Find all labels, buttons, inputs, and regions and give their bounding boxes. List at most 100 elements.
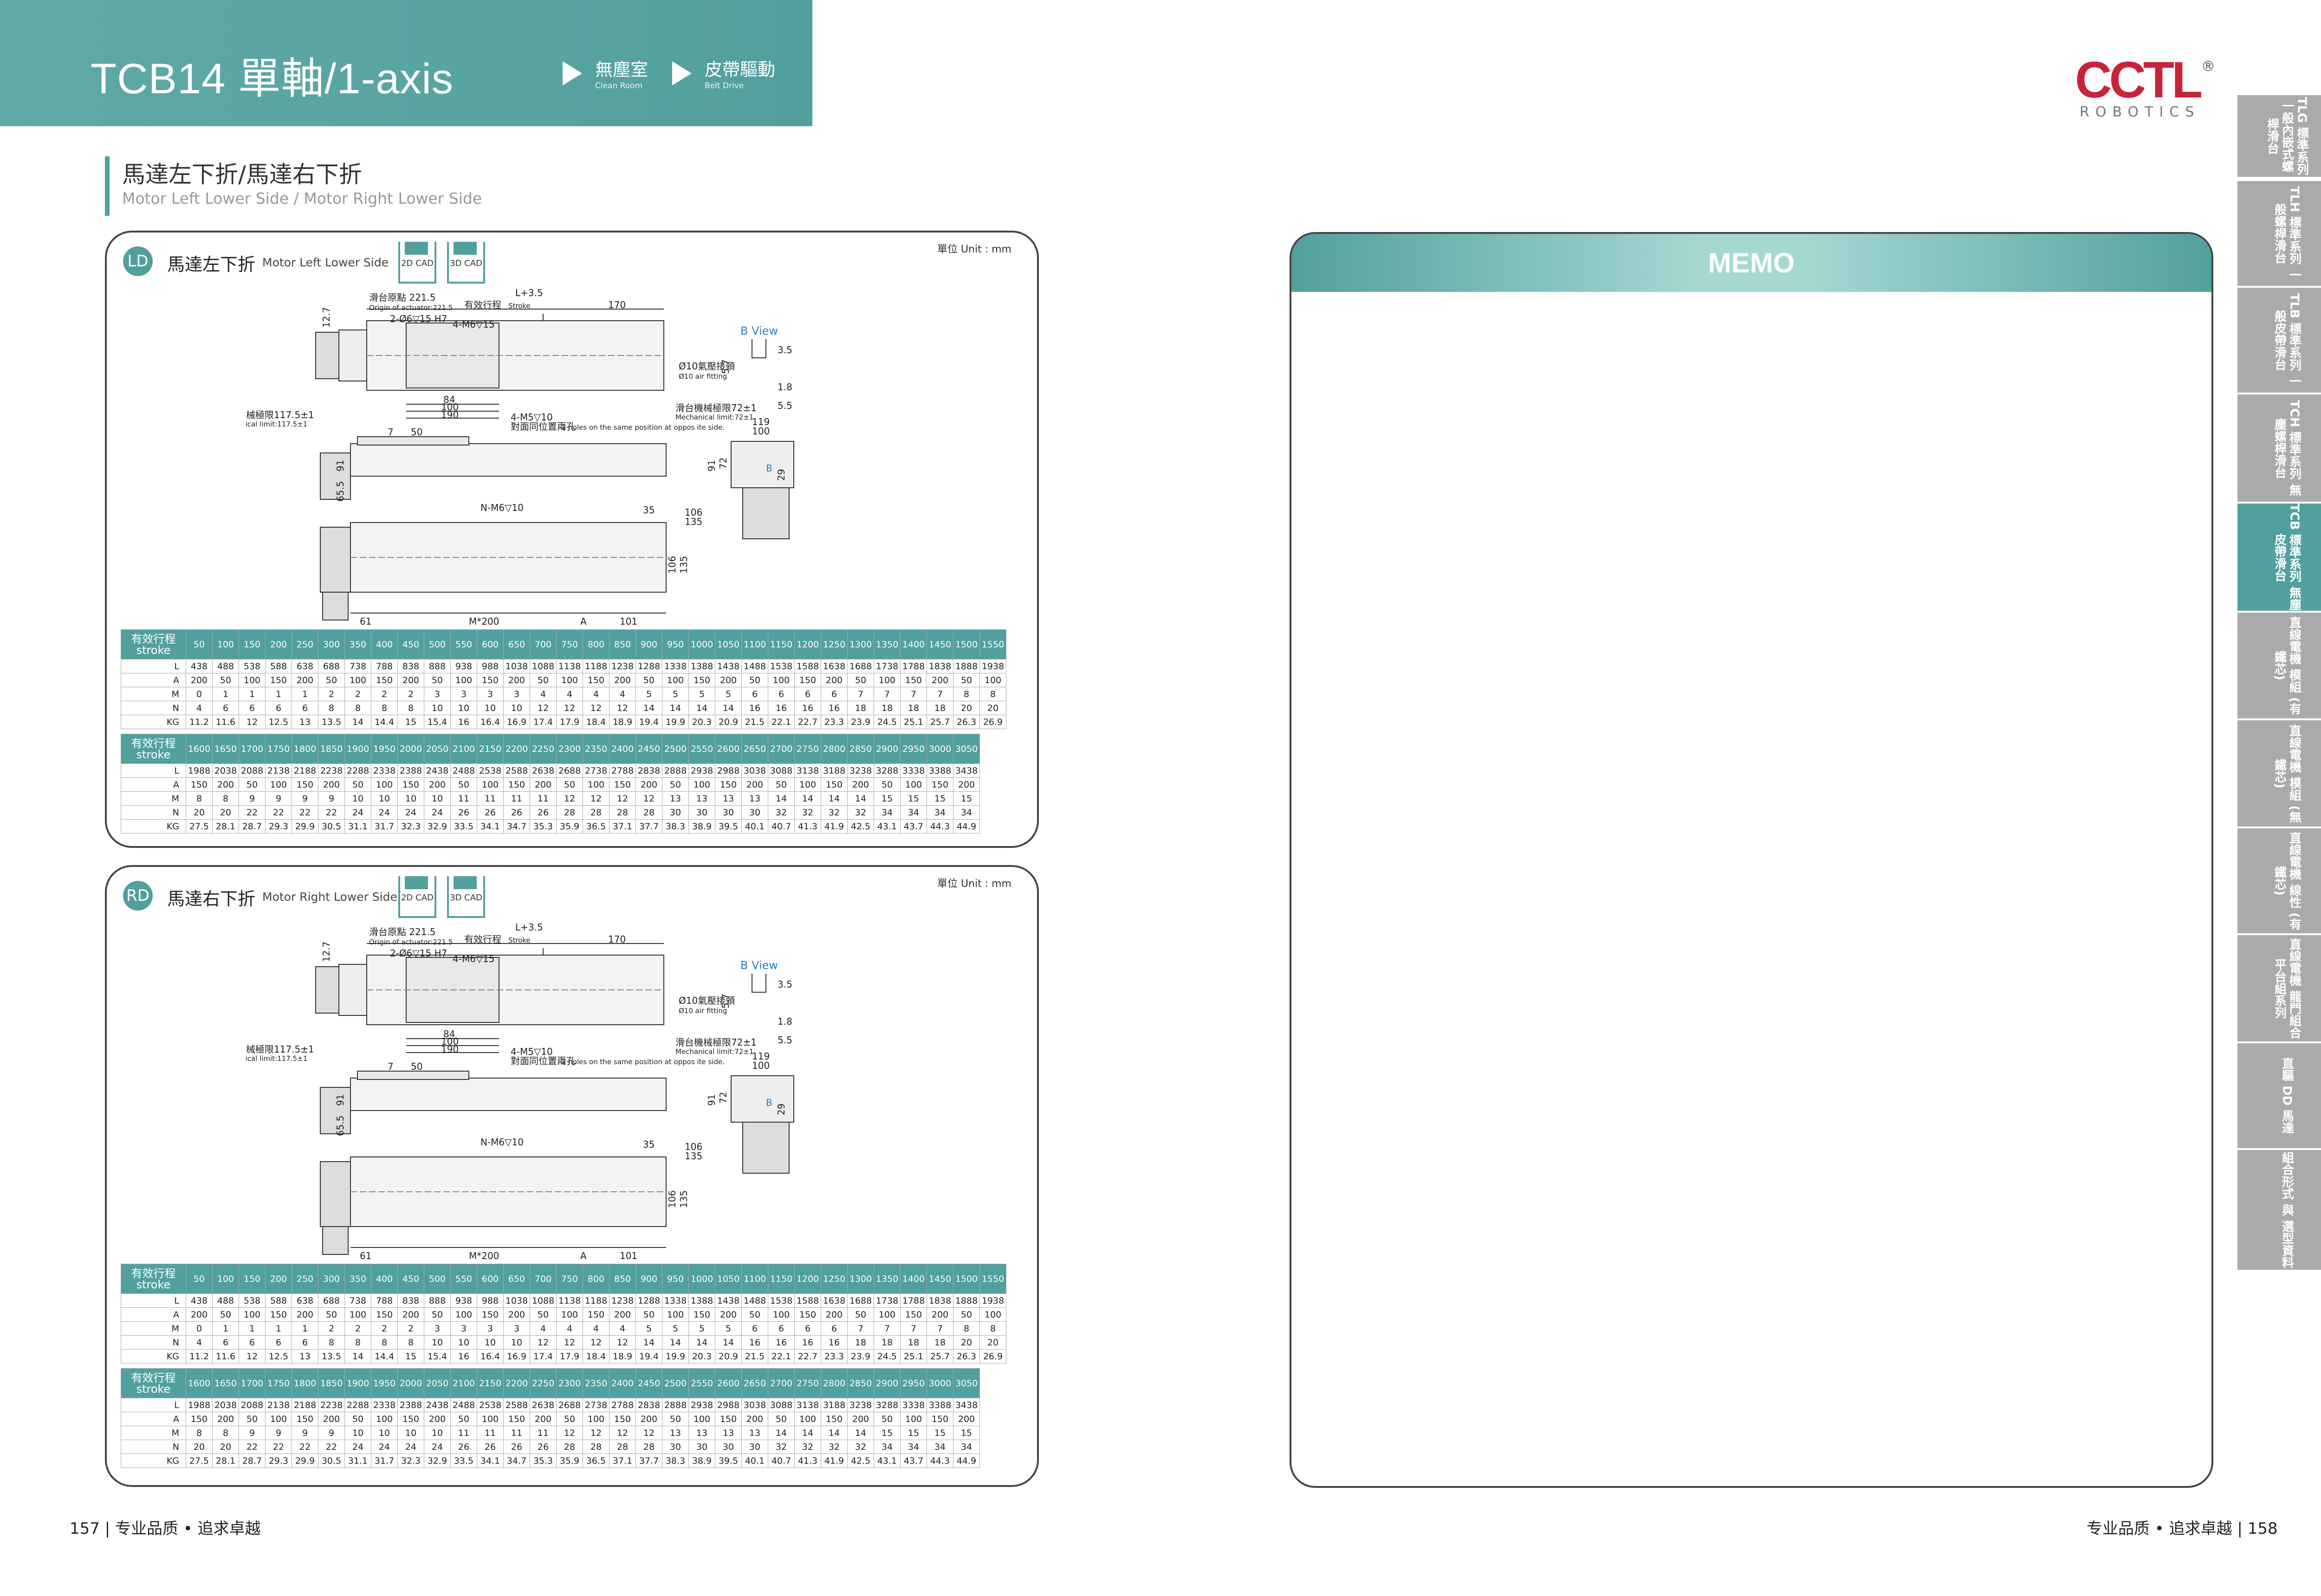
- page-title: TCB14 單軸/1-axis: [91, 55, 454, 103]
- spec-table-1: 有效行程 stroke 50 100 150 200 250 300 350 400 450 500 5…: [121, 1264, 1006, 1363]
- row-label: A: [121, 777, 186, 792]
- stroke-value: 1100: [741, 1264, 768, 1294]
- spec-cell: 3: [450, 687, 477, 701]
- spec-cell: 200: [424, 1412, 451, 1426]
- spec-cell: 40.1: [741, 1454, 768, 1468]
- dim-3-5: 3.5: [778, 979, 792, 990]
- spec-cell: 2388: [397, 1398, 424, 1412]
- spec-cell: 50: [212, 673, 239, 687]
- hole-spec-2: 4-M6▽15: [453, 953, 495, 964]
- spec-row-n: N 20 20 22 22 22 22 24 24 24 24 26 26 26 26 28 28 28 28 30 3…: [121, 805, 980, 820]
- spec-cell: 24: [371, 805, 398, 820]
- spec-cell: 50: [344, 777, 371, 792]
- spec-cell: 41.9: [821, 819, 848, 834]
- spec-cell: 12: [556, 701, 583, 715]
- spec-cell: 18: [847, 1335, 874, 1350]
- panel-subtitle: Motor Left Lower Side: [262, 256, 389, 269]
- spec-cell: 6: [768, 687, 795, 701]
- dim-50: 50: [411, 1061, 422, 1072]
- spec-cell: 18.9: [609, 1349, 636, 1363]
- spec-cell: 32.9: [424, 1454, 451, 1468]
- spec-cell: 4: [530, 687, 557, 701]
- spec-cell: 32: [768, 1440, 795, 1454]
- spec-cell: 14: [344, 715, 371, 729]
- side-tab-tcb[interactable]: TCB 標準系列 無塵皮帶滑台: [2237, 504, 2321, 613]
- spec-cell: 38.3: [662, 819, 689, 834]
- side-tab-dd[interactable]: 直驅 DD 馬達: [2237, 1043, 2321, 1150]
- spec-cell: 150: [583, 1307, 609, 1322]
- stroke-value: 2650: [741, 1368, 768, 1398]
- spec-cell: 100: [371, 1412, 398, 1426]
- spec-cell: 1388: [688, 659, 715, 673]
- row-label: M: [121, 687, 186, 701]
- spec-cell: 14.4: [371, 715, 398, 729]
- spec-cell: 1988: [186, 763, 213, 778]
- side-tab-ml3[interactable]: 直線電機 線性 (有鐵芯): [2237, 828, 2321, 935]
- spec-cell: 4: [609, 687, 636, 701]
- section-accent-bar: [105, 156, 110, 216]
- spec-cell: 11: [450, 791, 477, 806]
- spec-cell: 100: [477, 1412, 504, 1426]
- spec-cell: 50: [318, 673, 345, 687]
- row-label: A: [121, 673, 186, 687]
- spec-cell: 21.5: [741, 715, 768, 729]
- spec-cell: 200: [397, 1307, 424, 1322]
- side-tab-tch[interactable]: TCH 標準系列 無塵螺桿滑台: [2237, 394, 2321, 504]
- stroke-value: 2900: [874, 1368, 901, 1398]
- spec-cell: 50: [424, 1307, 451, 1322]
- side-tab-ml4[interactable]: 直線電機 龍門組合 平台組系列: [2237, 935, 2321, 1043]
- spec-cell: 35.3: [530, 819, 557, 834]
- stroke-value: 700: [530, 629, 557, 659]
- stroke-value: 1100: [741, 629, 768, 659]
- spec-cell: 3138: [794, 1398, 821, 1412]
- spec-cell: 31.7: [371, 1454, 398, 1468]
- spec-cell: 5: [715, 1321, 742, 1336]
- spec-cell: 1338: [662, 659, 689, 673]
- mech-limit-right: 滑台機械極限72±1: [675, 402, 757, 414]
- spec-cell: 100: [662, 673, 689, 687]
- spec-cell: 13: [662, 791, 689, 806]
- spec-cell: 100: [874, 673, 901, 687]
- row-label: KG: [121, 1349, 186, 1363]
- side-tab-tlb[interactable]: TLB 標準系列 一般皮帶滑台: [2237, 288, 2321, 394]
- stroke-value: 200: [265, 1264, 292, 1294]
- side-tab-ml1[interactable]: 直線電機 模組 (有鐵芯): [2237, 613, 2321, 720]
- spec-cell: 43.1: [874, 819, 901, 834]
- spec-row-kg: KG 11.2 11.6 12 12.5 13 13.5 14 14.4 15 15.4 16 16.4…: [121, 715, 1006, 729]
- spec-cell: 15: [874, 1426, 901, 1440]
- spec-cell: 1938: [979, 659, 1006, 673]
- stroke-value: 2600: [715, 1368, 742, 1398]
- side-tab-ml2[interactable]: 直線電機 模組 (無鐵芯): [2237, 720, 2321, 828]
- spec-cell: 1788: [900, 659, 927, 673]
- spec-cell: 24: [424, 805, 451, 820]
- b-marker: B: [766, 1097, 772, 1108]
- spec-cell: 100: [450, 673, 477, 687]
- spec-cell: 1138: [556, 1293, 583, 1308]
- spec-cell: 200: [741, 1412, 768, 1426]
- spec-cell: 15.4: [424, 715, 451, 729]
- spec-cell: 34.1: [477, 819, 504, 834]
- dim-65-5: 65.5: [335, 481, 346, 502]
- spec-cell: 6: [821, 1321, 848, 1336]
- stroke-label: 有效行程: [464, 934, 501, 945]
- stroke-label-en: stroke: [136, 748, 171, 761]
- spec-cell: 41.3: [794, 819, 821, 834]
- stroke-value: 3000: [927, 734, 953, 764]
- dim-7: 7: [388, 426, 394, 438]
- spec-cell: 40.7: [768, 819, 795, 834]
- spec-cell: 18: [847, 701, 874, 715]
- clean-room-badge: 無塵室 Clean Room: [563, 59, 648, 92]
- spec-cell: 50: [953, 1307, 980, 1322]
- side-tab-tlh[interactable]: TLH 標準系列 一般螺桿滑台: [2237, 181, 2321, 288]
- spec-cell: 50: [530, 1307, 557, 1322]
- side-tab-info[interactable]: 組合形式 與 選型資料: [2237, 1150, 2321, 1272]
- spec-cell: 150: [927, 1412, 953, 1426]
- spec-cell: 2188: [292, 1398, 318, 1412]
- spec-cell: 8: [397, 1335, 424, 1350]
- side-tab-tlg[interactable]: TLG 標準系列 一般內嵌式螺桿滑台: [2237, 95, 2321, 179]
- dim-91: 91: [335, 460, 346, 472]
- spec-row-n: N 4 6 6 6 6 8 8 8 8 10 10 10 10 12 12 12 12 14 14 14 14 16 16 16…: [121, 1335, 1006, 1350]
- stroke-value: 2800: [821, 1368, 848, 1398]
- row-label: M: [121, 1321, 186, 1336]
- spec-cell: 26: [450, 805, 477, 820]
